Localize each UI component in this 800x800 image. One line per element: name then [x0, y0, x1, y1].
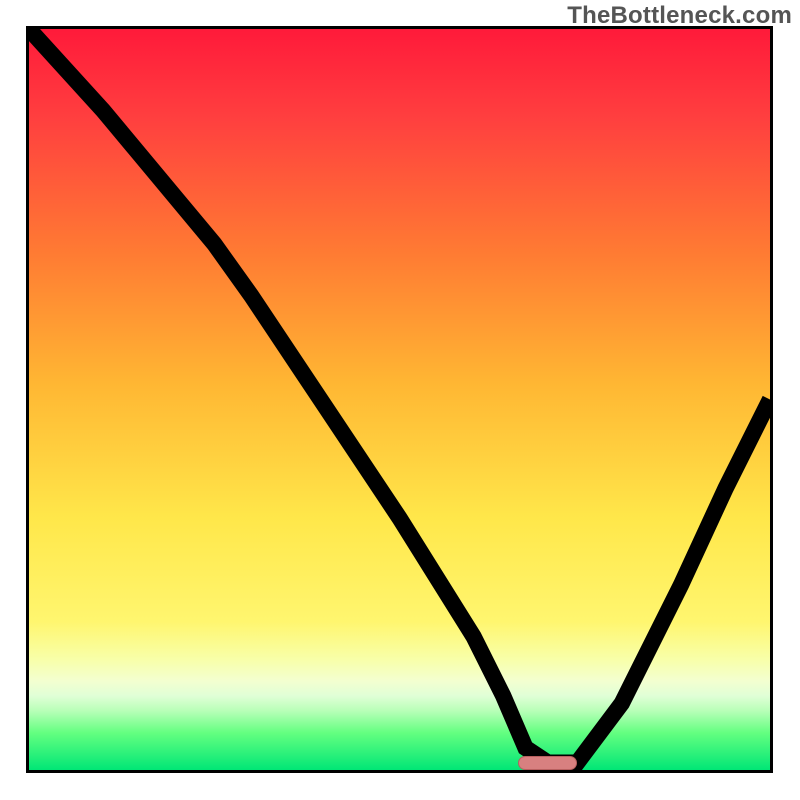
curve-path	[29, 29, 770, 763]
optimal-range-marker	[518, 756, 577, 770]
plot-frame	[26, 26, 773, 773]
chart-container: TheBottleneck.com	[0, 0, 800, 800]
watermark-text: TheBottleneck.com	[567, 2, 792, 30]
bottleneck-curve	[29, 29, 770, 770]
